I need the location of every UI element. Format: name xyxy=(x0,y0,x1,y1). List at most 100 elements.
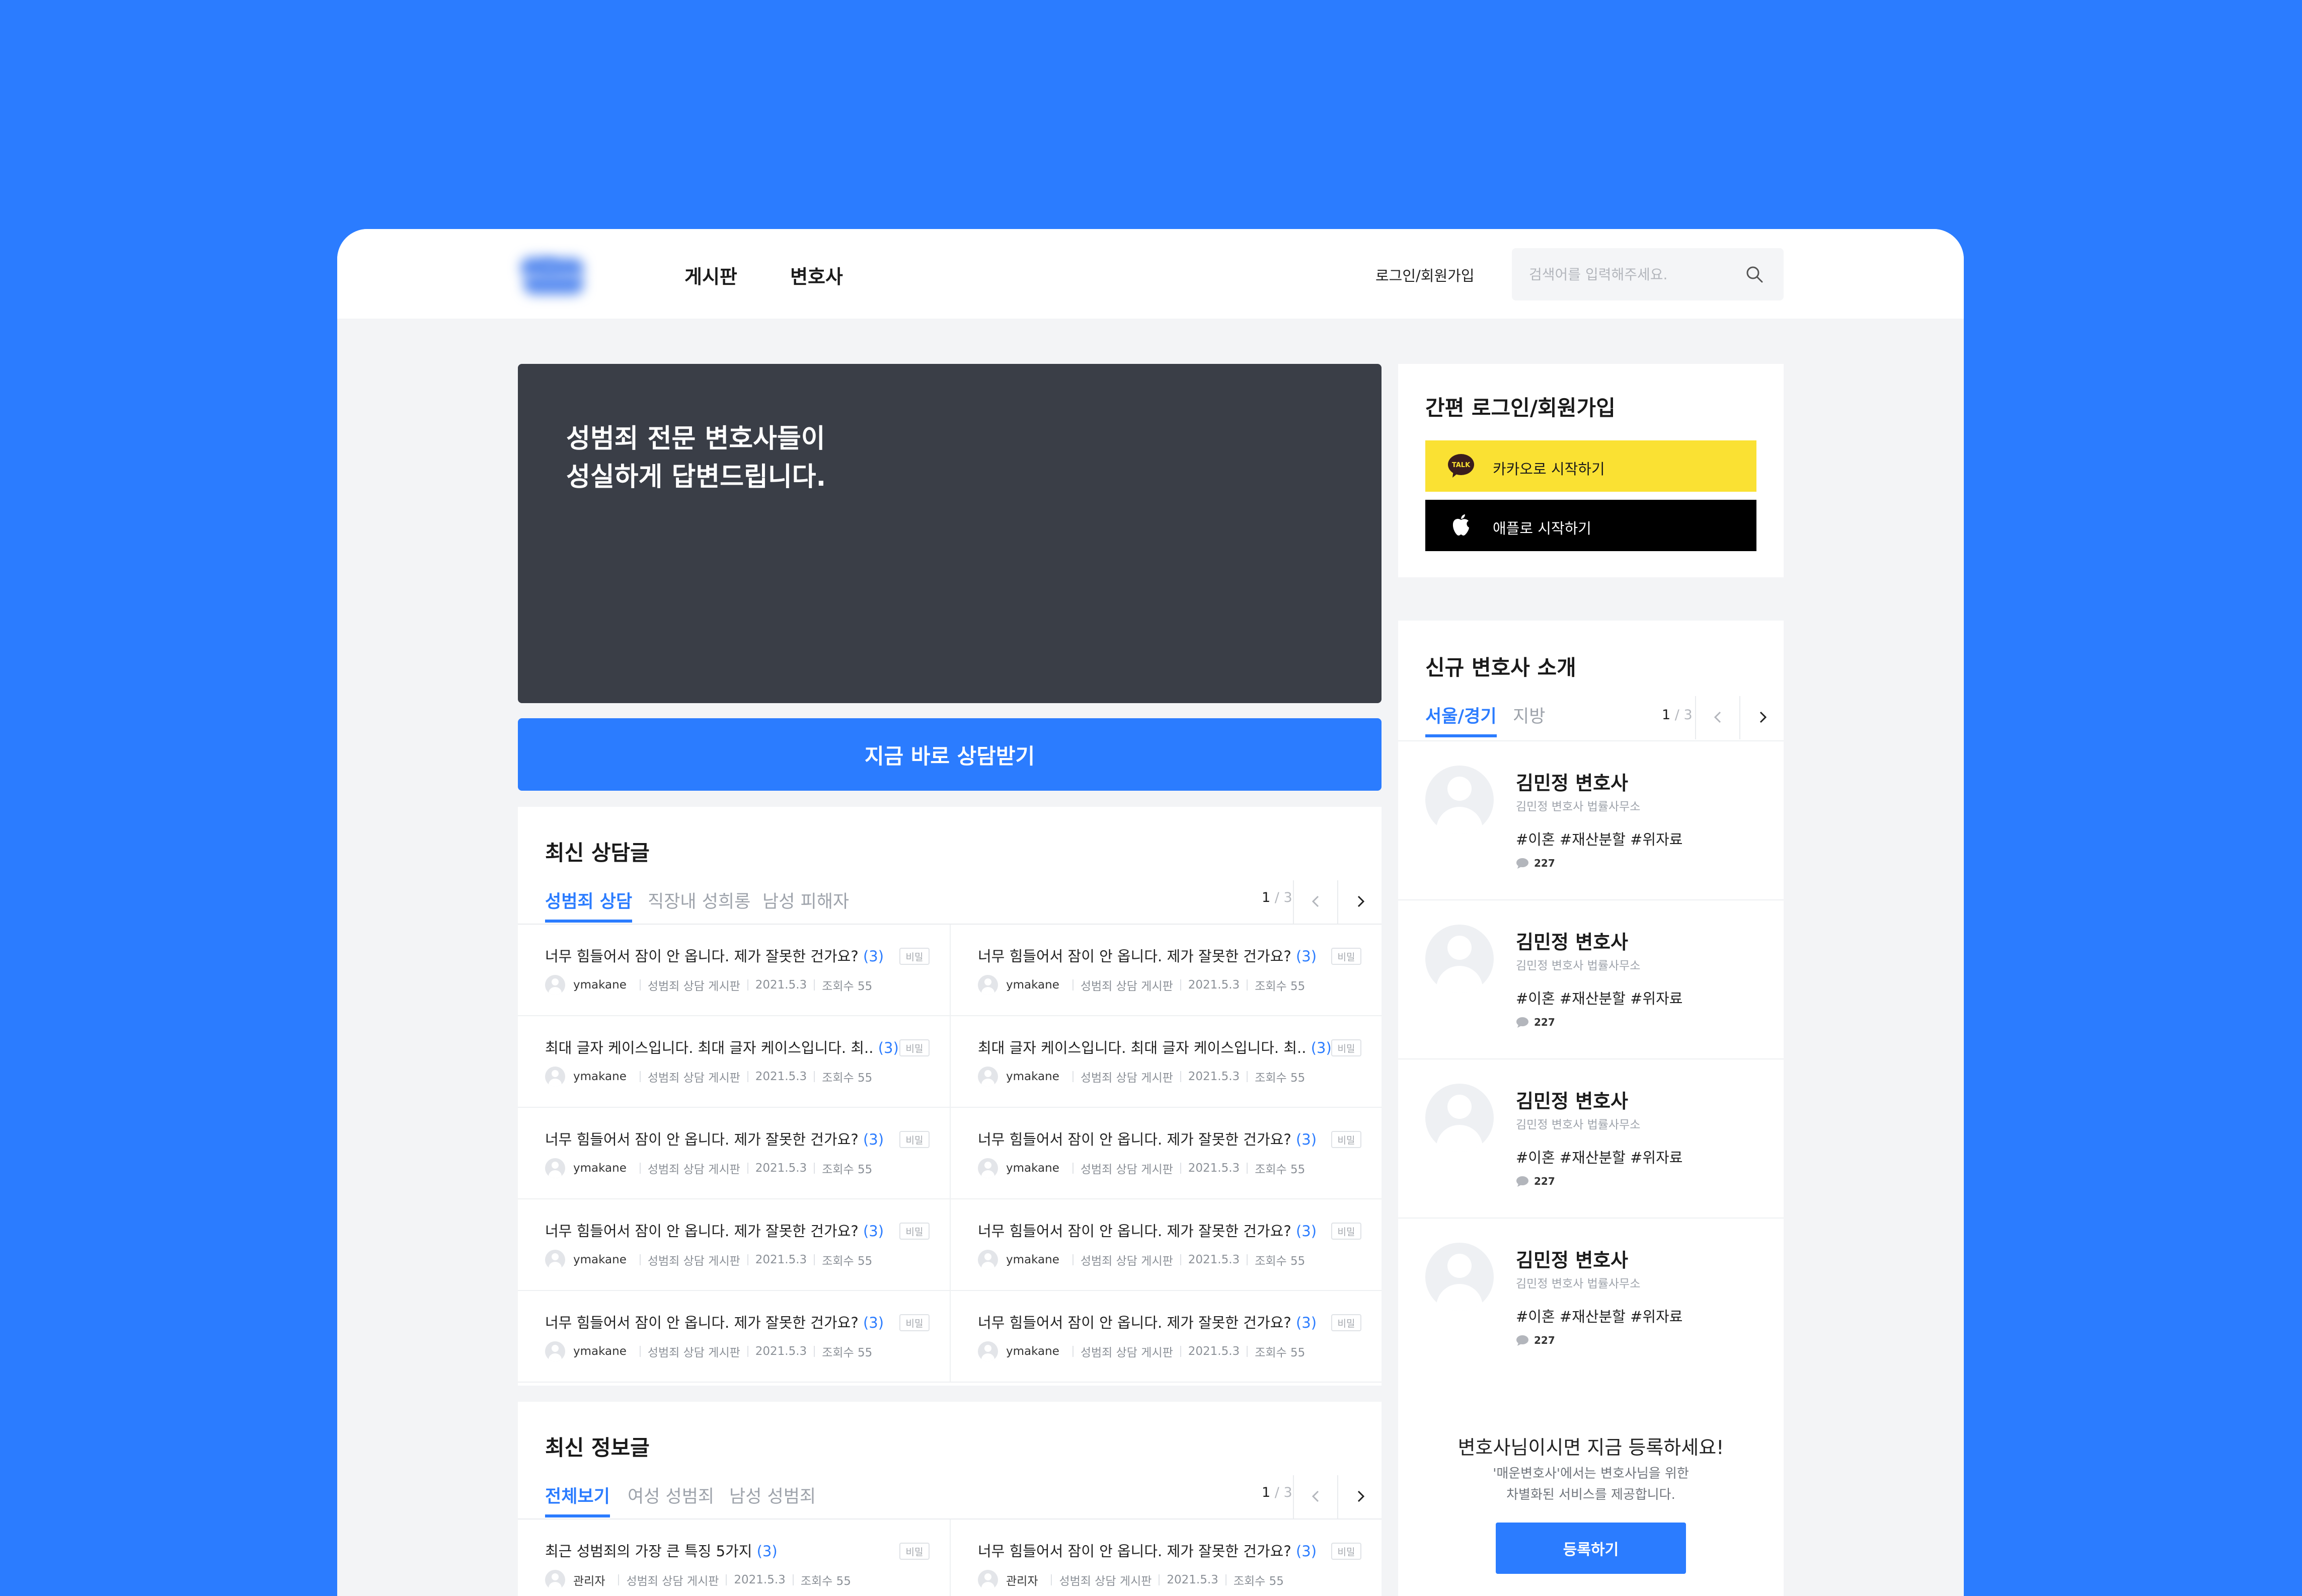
tab-sex-crime-consult[interactable]: 성범죄 상담 xyxy=(545,887,633,923)
tab-workplace-harassment[interactable]: 직장내 성희롱 xyxy=(648,887,750,913)
lawyer-name[interactable]: 김민정 변호사 xyxy=(1516,1086,1628,1113)
post-title[interactable]: 최근 성범죄의 가장 큰 특징 5가지 (3) xyxy=(545,1540,778,1561)
prev-page-button[interactable] xyxy=(1695,696,1739,739)
post-date: 2021.5.3 xyxy=(1188,978,1240,992)
next-page-button[interactable] xyxy=(1337,1475,1382,1518)
meta-divider xyxy=(814,979,815,991)
private-badge: 비밀 xyxy=(899,1223,930,1240)
site-logo[interactable] xyxy=(518,248,589,300)
next-page-button[interactable] xyxy=(1739,696,1784,739)
pager-total: / 3 xyxy=(1270,1485,1292,1500)
next-page-button[interactable] xyxy=(1337,880,1382,924)
tab-regional[interactable]: 지방 xyxy=(1513,702,1545,728)
lawyer-item[interactable]: 김민정 변호사 김민정 변호사 법률사무소 #이혼 #재산분할 #위자료 227 xyxy=(1398,1058,1784,1218)
post-date: 2021.5.3 xyxy=(755,1162,807,1175)
post-meta: ymakane 성범죄 상담 게시판 2021.5.3 조회수 55 xyxy=(978,975,1305,995)
lawyer-name[interactable]: 김민정 변호사 xyxy=(1516,1245,1628,1272)
prev-page-button[interactable] xyxy=(1293,880,1337,924)
private-badge: 비밀 xyxy=(899,1314,930,1331)
post-board: 성범죄 상담 게시판 xyxy=(647,1072,740,1085)
post-item[interactable]: 너무 힘들어서 잠이 안 옵니다. 제가 잘못한 건가요? (3) 비밀 ymaka… xyxy=(950,925,1382,1016)
post-item[interactable]: 너무 힘들어서 잠이 안 옵니다. 제가 잘못한 건가요? (3) 비밀 관리자 성범… xyxy=(950,1519,1382,1596)
lawyer-comments: 227 xyxy=(1516,1016,1555,1028)
meta-divider xyxy=(726,1574,727,1585)
post-title[interactable]: 너무 힘들어서 잠이 안 옵니다. 제가 잘못한 건가요? (3) xyxy=(545,1220,884,1241)
post-title[interactable]: 너무 힘들어서 잠이 안 옵니다. 제가 잘못한 건가요? (3) xyxy=(978,1220,1317,1241)
consult-now-button[interactable]: 지금 바로 상담받기 xyxy=(518,718,1382,791)
post-item[interactable]: 최근 성범죄의 가장 큰 특징 5가지 (3) 비밀 관리자 성범죄 상담 게시판 20… xyxy=(518,1519,950,1596)
post-title[interactable]: 최대 글자 케이스입니다. 최대 글자 케이스입니다. 최.. (3) xyxy=(978,1036,1332,1057)
post-date: 2021.5.3 xyxy=(755,1070,807,1083)
post-item[interactable]: 너무 힘들어서 잠이 안 옵니다. 제가 잘못한 건가요? (3) 비밀 ymaka… xyxy=(518,1291,950,1383)
search-icon[interactable] xyxy=(1745,265,1763,283)
post-date: 2021.5.3 xyxy=(734,1573,786,1586)
lawyer-comment-count: 227 xyxy=(1534,1175,1555,1187)
post-author: ymakane xyxy=(1006,1253,1059,1266)
avatar-icon xyxy=(978,975,998,995)
post-meta: 관리자 성범죄 상담 게시판 2021.5.3 조회수 55 xyxy=(545,1570,851,1590)
register-button[interactable]: 등록하기 xyxy=(1496,1523,1686,1574)
post-author: ymakane xyxy=(573,1253,627,1266)
chevron-right-icon xyxy=(1357,895,1365,907)
post-item[interactable]: 너무 힘들어서 잠이 안 옵니다. 제가 잘못한 건가요? (3) 비밀 ymaka… xyxy=(518,1199,950,1291)
latest-consult-panel: 최신 상담글 성범죄 상담 직장내 성희롱 남성 피해자 1 / 3 너무 힘들… xyxy=(518,807,1382,1386)
avatar-icon xyxy=(978,1067,998,1087)
lawyer-item[interactable]: 김민정 변호사 김민정 변호사 법률사무소 #이혼 #재산분할 #위자료 227 xyxy=(1398,740,1784,899)
lawyer-name[interactable]: 김민정 변호사 xyxy=(1516,768,1628,795)
post-title-text: 최근 성범죄의 가장 큰 특징 5가지 xyxy=(545,1543,752,1560)
avatar-icon xyxy=(545,975,565,995)
post-item[interactable]: 너무 힘들어서 잠이 안 옵니다. 제가 잘못한 건가요? (3) 비밀 ymaka… xyxy=(518,925,950,1016)
tab-all[interactable]: 전체보기 xyxy=(545,1482,610,1517)
post-views: 조회수 55 xyxy=(822,1255,873,1268)
post-views: 조회수 55 xyxy=(822,1072,873,1085)
login-signup-link[interactable]: 로그인/회원가입 xyxy=(1375,264,1475,285)
search-input[interactable] xyxy=(1529,260,1740,288)
post-item[interactable]: 너무 힘들어서 잠이 안 옵니다. 제가 잘못한 건가요? (3) 비밀 ymaka… xyxy=(950,1199,1382,1291)
post-board: 성범죄 상담 게시판 xyxy=(1080,1163,1173,1176)
post-views: 조회수 55 xyxy=(1255,1255,1306,1268)
lawyer-item[interactable]: 김민정 변호사 김민정 변호사 법률사무소 #이혼 #재산분할 #위자료 227 xyxy=(1398,1218,1784,1377)
meta-divider xyxy=(639,1254,641,1265)
avatar-icon xyxy=(978,1341,998,1361)
post-title[interactable]: 너무 힘들어서 잠이 안 옵니다. 제가 잘못한 건가요? (3) xyxy=(978,1540,1317,1561)
post-item[interactable]: 너무 힘들어서 잠이 안 옵니다. 제가 잘못한 건가요? (3) 비밀 ymaka… xyxy=(518,1108,950,1199)
kakao-login-button[interactable]: TALK 카카오로 시작하기 xyxy=(1425,440,1756,492)
pager-total: / 3 xyxy=(1270,890,1292,905)
tab-seoul-gyeonggi[interactable]: 서울/경기 xyxy=(1425,702,1497,737)
pager-current: 1 xyxy=(1262,890,1271,905)
meta-divider xyxy=(1247,1254,1248,1265)
post-title[interactable]: 너무 힘들어서 잠이 안 옵니다. 제가 잘못한 건가요? (3) xyxy=(545,945,884,966)
apple-login-button[interactable]: 애플로 시작하기 xyxy=(1425,500,1756,551)
tab-male-victim[interactable]: 남성 피해자 xyxy=(762,887,849,913)
post-date: 2021.5.3 xyxy=(755,1345,807,1358)
post-title[interactable]: 너무 힘들어서 잠이 안 옵니다. 제가 잘못한 건가요? (3) xyxy=(978,1128,1317,1149)
banner-line-1: 성범죄 전문 변호사들이 xyxy=(566,424,825,454)
post-item[interactable]: 너무 힘들어서 잠이 안 옵니다. 제가 잘못한 건가요? (3) 비밀 ymaka… xyxy=(950,1291,1382,1383)
post-title[interactable]: 최대 글자 케이스입니다. 최대 글자 케이스입니다. 최.. (3) xyxy=(545,1036,899,1057)
post-item[interactable]: 너무 힘들어서 잠이 안 옵니다. 제가 잘못한 건가요? (3) 비밀 ymaka… xyxy=(950,1108,1382,1199)
post-meta: ymakane 성범죄 상담 게시판 2021.5.3 조회수 55 xyxy=(545,1250,872,1270)
post-comment-count: (3) xyxy=(863,1131,884,1148)
lawyer-item[interactable]: 김민정 변호사 김민정 변호사 법률사무소 #이혼 #재산분할 #위자료 227 xyxy=(1398,899,1784,1058)
lawyer-avatar xyxy=(1425,925,1494,993)
post-title[interactable]: 너무 힘들어서 잠이 안 옵니다. 제가 잘못한 건가요? (3) xyxy=(978,1311,1317,1332)
post-title-text: 너무 힘들어서 잠이 안 옵니다. 제가 잘못한 건가요? xyxy=(978,1543,1291,1560)
prev-page-button[interactable] xyxy=(1293,1475,1337,1518)
private-badge: 비밀 xyxy=(1331,1131,1361,1148)
private-badge: 비밀 xyxy=(1331,948,1361,965)
post-title[interactable]: 너무 힘들어서 잠이 안 옵니다. 제가 잘못한 건가요? (3) xyxy=(545,1128,884,1149)
lawyer-name[interactable]: 김민정 변호사 xyxy=(1516,927,1628,954)
nav-board[interactable]: 게시판 xyxy=(684,261,737,289)
post-date: 2021.5.3 xyxy=(1167,1573,1218,1586)
post-title[interactable]: 너무 힘들어서 잠이 안 옵니다. 제가 잘못한 건가요? (3) xyxy=(545,1311,884,1332)
tab-female-sex-crime[interactable]: 여성 성범죄 xyxy=(628,1482,714,1508)
post-title[interactable]: 너무 힘들어서 잠이 안 옵니다. 제가 잘못한 건가요? (3) xyxy=(978,945,1317,966)
lawyer-comments: 227 xyxy=(1516,1175,1555,1187)
post-item[interactable]: 최대 글자 케이스입니다. 최대 글자 케이스입니다. 최.. (3) 비밀 yma… xyxy=(950,1016,1382,1108)
post-item[interactable]: 최대 글자 케이스입니다. 최대 글자 케이스입니다. 최.. (3) 비밀 yma… xyxy=(518,1016,950,1108)
nav-lawyer[interactable]: 변호사 xyxy=(790,261,843,289)
tab-male-sex-crime[interactable]: 남성 성범죄 xyxy=(729,1482,816,1508)
post-meta: ymakane 성범죄 상담 게시판 2021.5.3 조회수 55 xyxy=(545,1067,872,1087)
private-badge: 비밀 xyxy=(899,948,930,965)
post-views: 조회수 55 xyxy=(1255,980,1306,993)
